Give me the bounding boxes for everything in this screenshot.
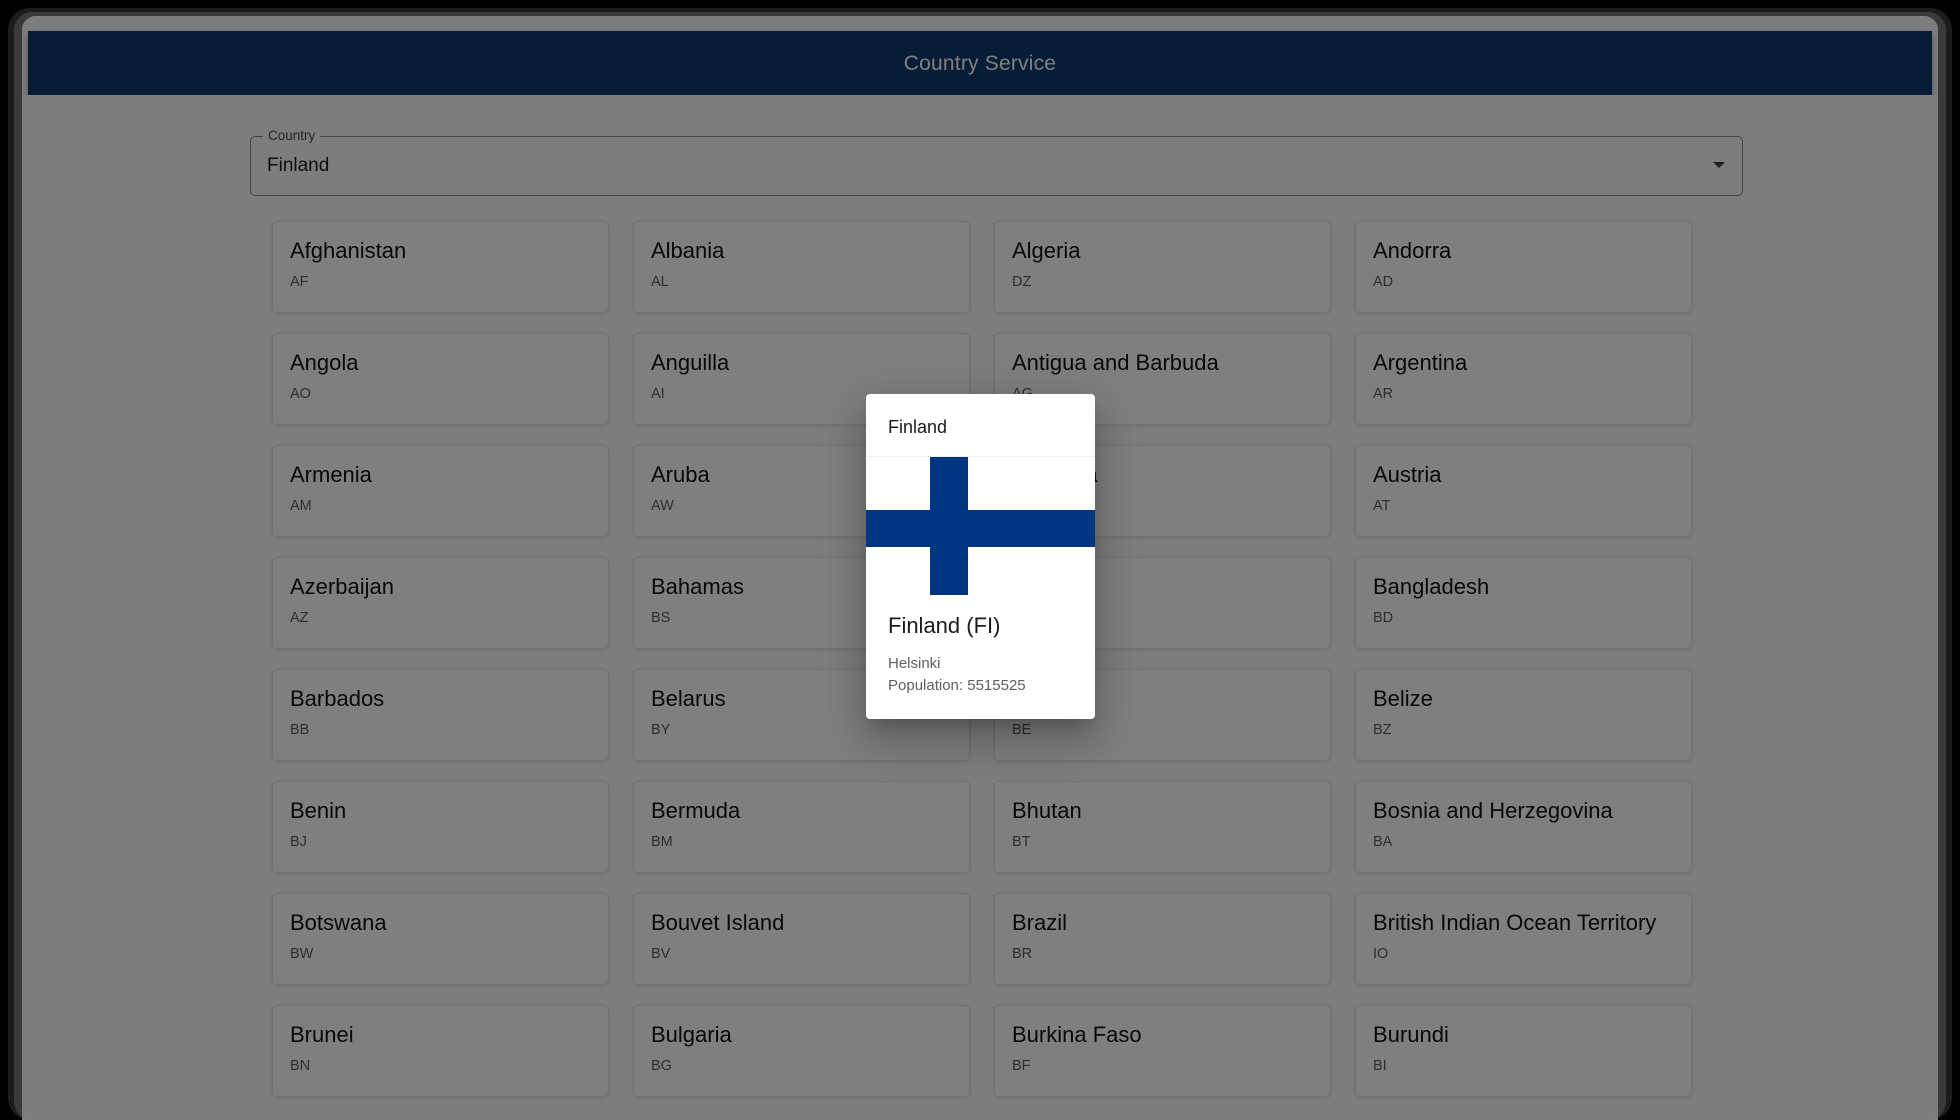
flag-vertical-band bbox=[929, 457, 968, 595]
dialog-title: Finland bbox=[866, 394, 1095, 457]
finland-flag bbox=[866, 457, 1095, 595]
browser-viewport: Country Service Country Finland Afghanis… bbox=[22, 16, 1938, 1120]
dialog-capital: Helsinki bbox=[888, 655, 941, 672]
device-frame: Country Service Country Finland Afghanis… bbox=[0, 0, 1960, 1120]
dialog-body: Finland (FI) Helsinki Population: 551552… bbox=[866, 595, 1095, 719]
dialog-country-name: Finland (FI) bbox=[888, 613, 1001, 638]
country-detail-dialog: Finland Finland (FI) Helsinki Population… bbox=[866, 394, 1095, 719]
dialog-population: Population: 5515525 bbox=[888, 677, 1026, 694]
flag-horizontal-band bbox=[866, 509, 1095, 548]
